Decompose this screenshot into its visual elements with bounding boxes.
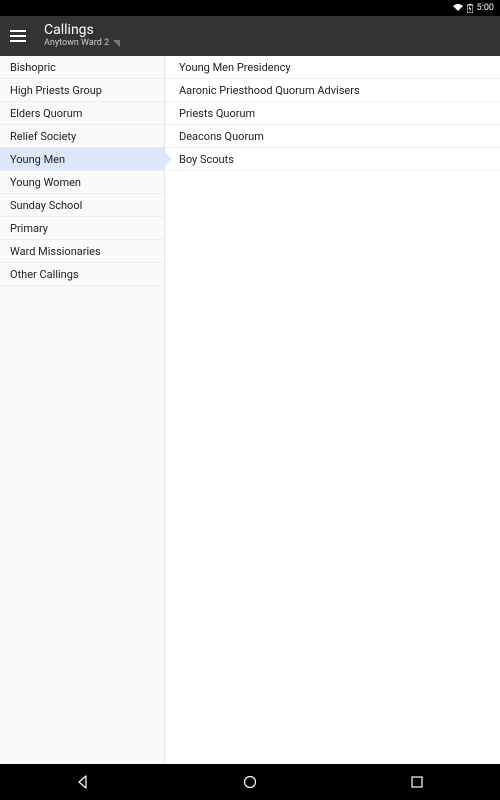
detail-item-label: Priests Quorum bbox=[179, 107, 255, 120]
navigation-bar bbox=[0, 764, 500, 800]
clock: 5:00 bbox=[477, 3, 494, 13]
sidebar-item-elders-quorum[interactable]: Elders Quorum bbox=[0, 102, 164, 125]
detail-item-label: Boy Scouts bbox=[179, 153, 234, 166]
detail-item-label: Young Men Presidency bbox=[179, 61, 291, 74]
status-bar: 5:00 bbox=[0, 0, 500, 16]
back-button[interactable] bbox=[65, 764, 101, 800]
content: Bishopric High Priests Group Elders Quor… bbox=[0, 56, 500, 764]
sidebar-item-label: Young Women bbox=[10, 176, 81, 189]
detail-item[interactable]: Young Men Presidency bbox=[165, 56, 500, 79]
sidebar-item-sunday-school[interactable]: Sunday School bbox=[0, 194, 164, 217]
action-bar: Callings Anytown Ward 2 bbox=[0, 16, 500, 56]
sidebar-item-primary[interactable]: Primary bbox=[0, 217, 164, 240]
detail-item[interactable]: Deacons Quorum bbox=[165, 125, 500, 148]
detail-item[interactable]: Aaronic Priesthood Quorum Advisers bbox=[165, 79, 500, 102]
sidebar-item-relief-society[interactable]: Relief Society bbox=[0, 125, 164, 148]
dropdown-icon bbox=[113, 40, 120, 47]
sidebar-item-label: Young Men bbox=[10, 153, 65, 166]
sidebar-item-other-callings[interactable]: Other Callings bbox=[0, 263, 164, 286]
sidebar-item-label: Bishopric bbox=[10, 61, 56, 74]
home-button[interactable] bbox=[232, 764, 268, 800]
detail-item[interactable]: Boy Scouts bbox=[165, 148, 500, 171]
sidebar-item-high-priests-group[interactable]: High Priests Group bbox=[0, 79, 164, 102]
sidebar-item-label: Elders Quorum bbox=[10, 107, 82, 120]
sidebar-item-young-women[interactable]: Young Women bbox=[0, 171, 164, 194]
unit-name: Anytown Ward 2 bbox=[44, 39, 109, 49]
sidebar-item-label: High Priests Group bbox=[10, 84, 102, 97]
sidebar-item-label: Relief Society bbox=[10, 130, 76, 143]
unit-selector[interactable]: Anytown Ward 2 bbox=[44, 39, 120, 49]
sidebar-item-label: Sunday School bbox=[10, 199, 82, 212]
sidebar-item-young-men[interactable]: Young Men bbox=[0, 148, 164, 171]
sidebar-item-label: Primary bbox=[10, 222, 48, 235]
sidebar-item-ward-missionaries[interactable]: Ward Missionaries bbox=[0, 240, 164, 263]
organization-list: Bishopric High Priests Group Elders Quor… bbox=[0, 56, 165, 764]
suborganization-list: Young Men Presidency Aaronic Priesthood … bbox=[165, 56, 500, 764]
menu-icon[interactable] bbox=[10, 26, 30, 46]
page-title: Callings bbox=[44, 23, 120, 38]
detail-item[interactable]: Priests Quorum bbox=[165, 102, 500, 125]
battery-icon bbox=[467, 4, 473, 13]
sidebar-item-label: Other Callings bbox=[10, 268, 79, 281]
detail-item-label: Deacons Quorum bbox=[179, 130, 264, 143]
recents-button[interactable] bbox=[399, 764, 435, 800]
detail-item-label: Aaronic Priesthood Quorum Advisers bbox=[179, 84, 360, 97]
sidebar-item-bishopric[interactable]: Bishopric bbox=[0, 56, 164, 79]
sidebar-item-label: Ward Missionaries bbox=[10, 245, 101, 258]
wifi-icon bbox=[453, 4, 463, 12]
